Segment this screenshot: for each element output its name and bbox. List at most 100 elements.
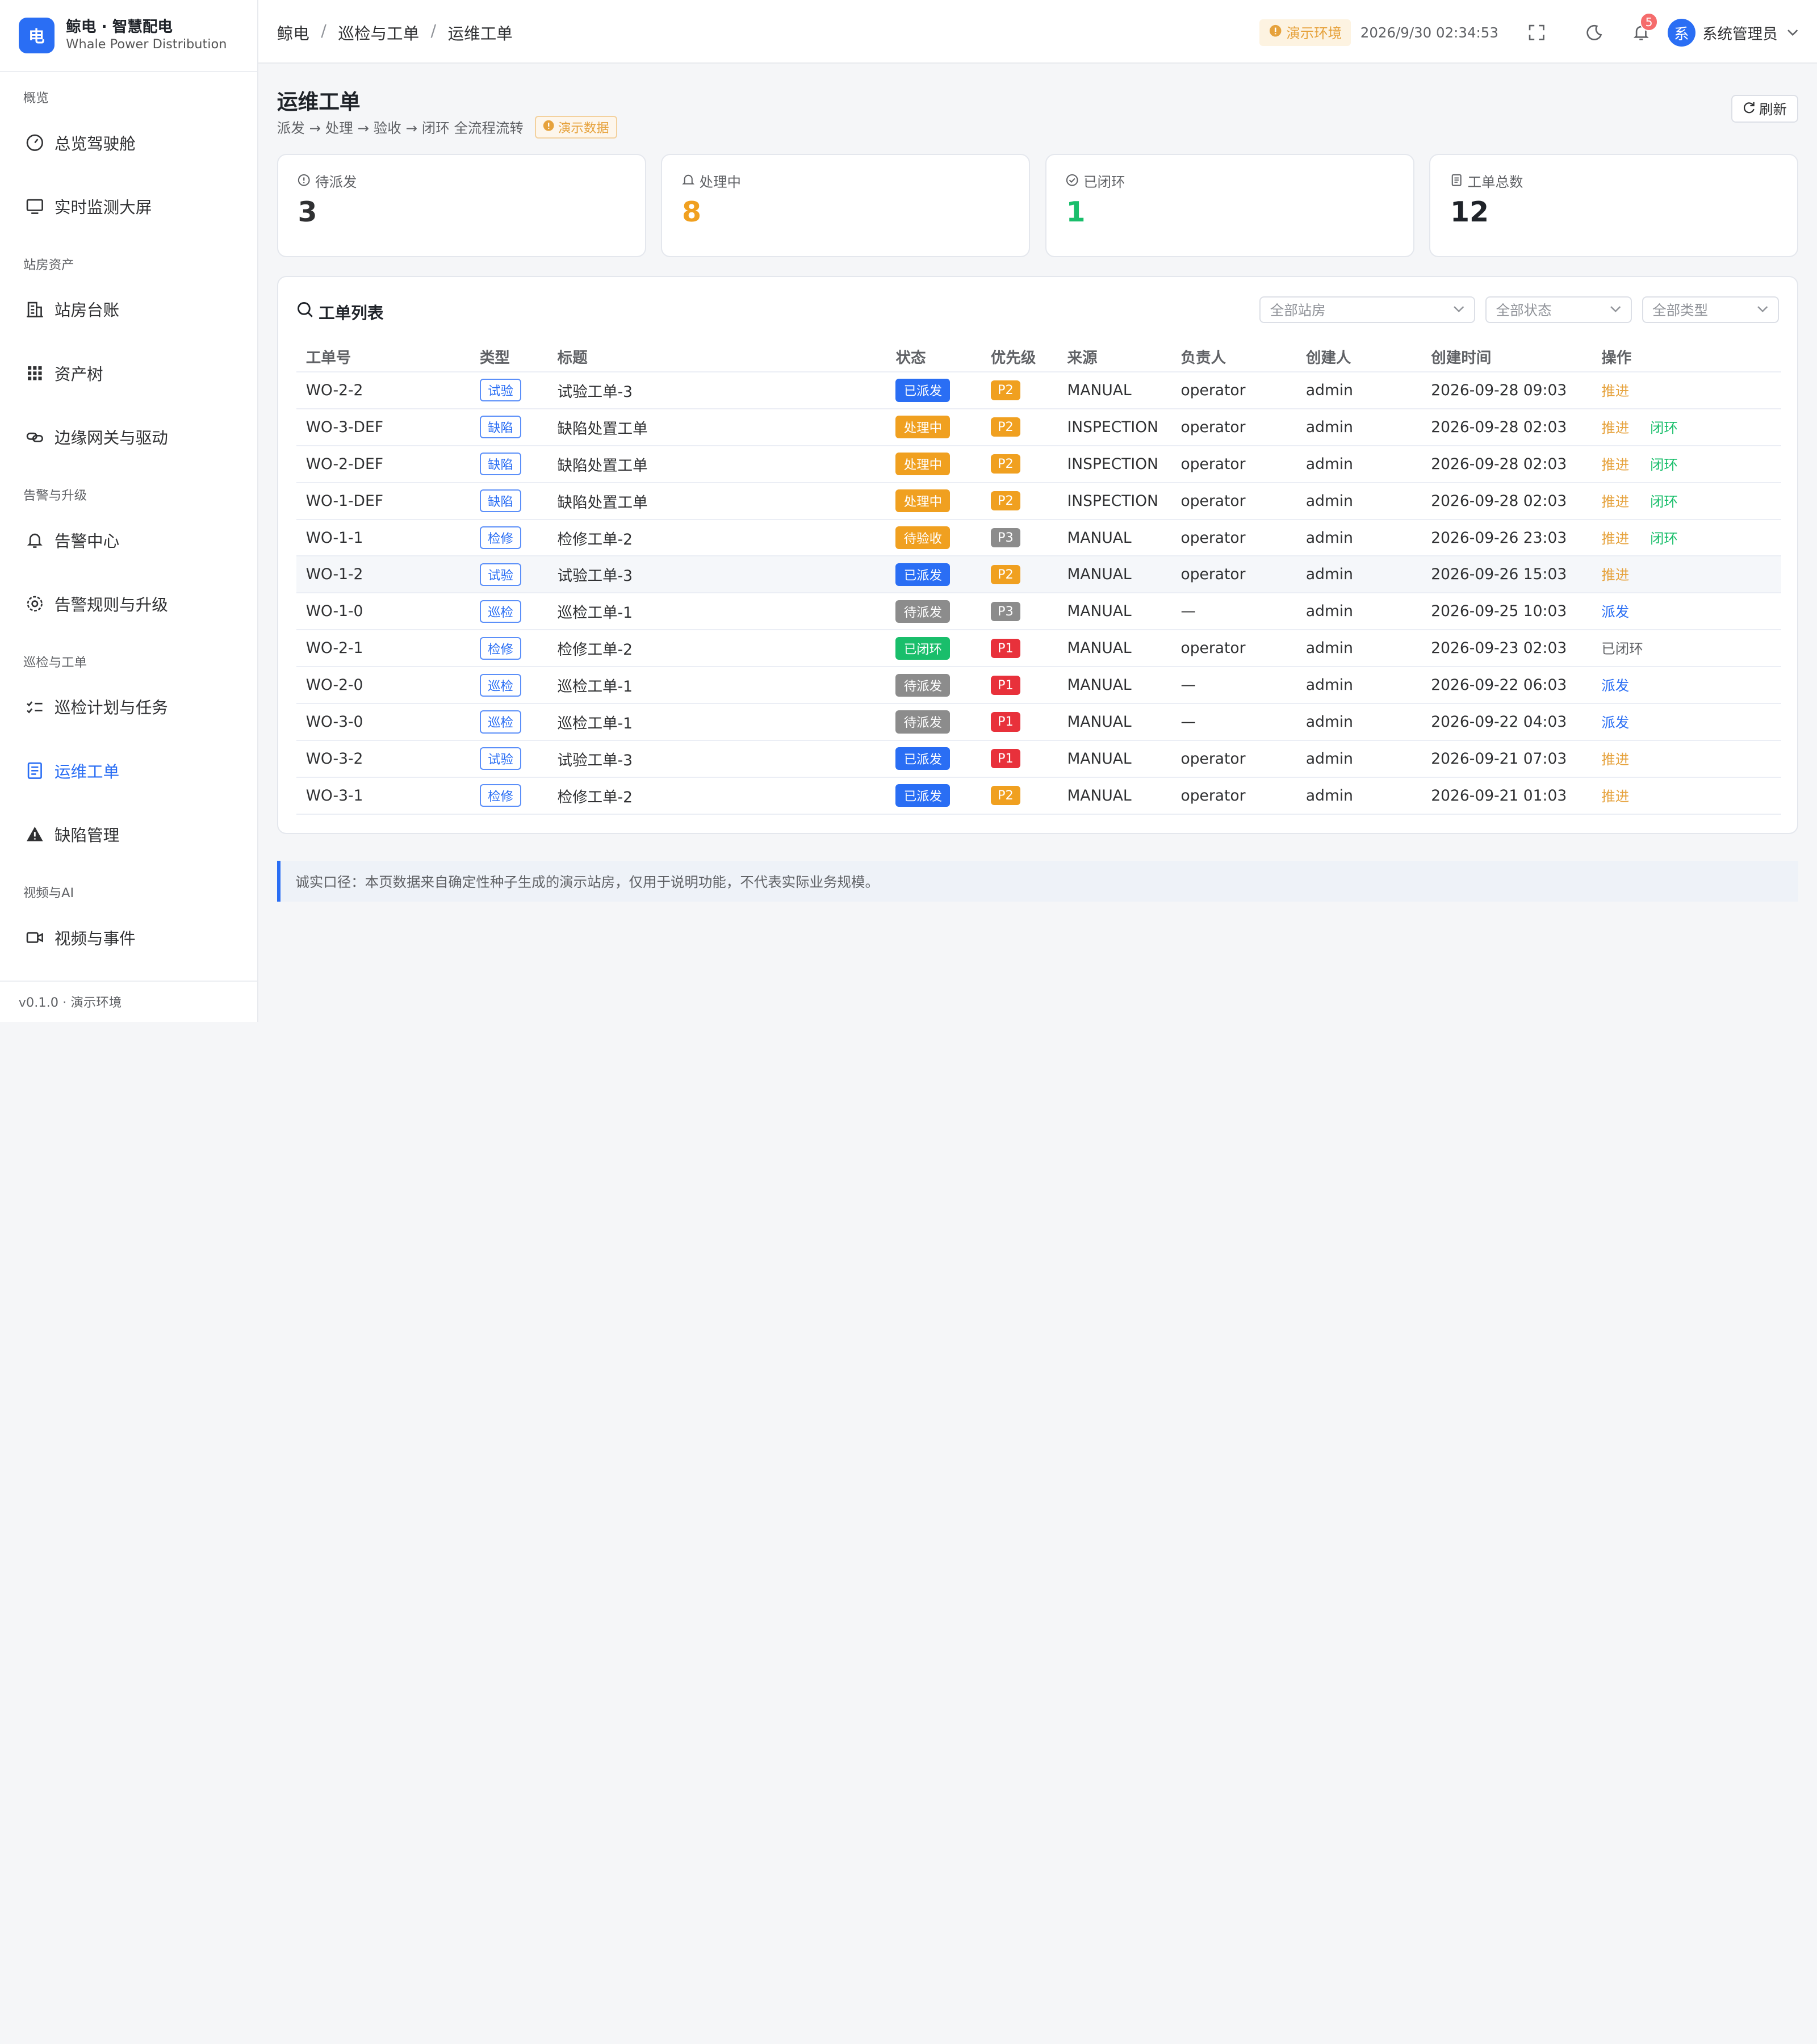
chevron-down-icon	[1453, 301, 1464, 318]
close-order-button[interactable]: 闭环	[1650, 493, 1678, 510]
table-row[interactable]: WO-1-2 试验 试验工单-3 已派发 P2 MANUAL operator admin 20…	[296, 556, 1781, 594]
table-row[interactable]: WO-1-1 检修 检修工单-2 待验收 P3 MANUAL operator admin 20…	[296, 519, 1781, 557]
priority-tag: P2	[990, 454, 1021, 474]
advance-button[interactable]: 推进	[1601, 567, 1629, 583]
nav-group-assets: 站房资产	[23, 257, 74, 273]
sidebar-item-dashboard[interactable]: 总览驾驶舱	[26, 129, 136, 157]
sidebar: 电 鲸电 · 智慧配电 Whale Power Distribution 概览 …	[0, 0, 259, 1022]
column-header[interactable]: 优先级	[990, 341, 1067, 373]
fullscreen-icon[interactable]	[1529, 24, 1545, 41]
status-tag: 处理中	[895, 453, 951, 476]
table-row[interactable]: WO-1-0 巡检 巡检工单-1 待派发 P3 MANUAL — admin 2026-09-2…	[296, 593, 1781, 631]
close-order-button[interactable]: 闭环	[1650, 530, 1678, 547]
table-row[interactable]: WO-3-DEF 缺陷 缺陷处置工单 处理中 P2 INSPECTION operator a…	[296, 408, 1781, 446]
table-row[interactable]: WO-3-0 巡检 巡检工单-1 待派发 P1 MANUAL — admin 2026-09-2…	[296, 703, 1781, 741]
sidebar-item-video[interactable]: 视频与事件	[26, 924, 136, 952]
sidebar-item-label: 站房台账	[54, 300, 120, 320]
column-header[interactable]: 标题	[557, 341, 896, 373]
table-row[interactable]: WO-2-1 检修 检修工单-2 已闭环 P1 MANUAL operator admin 20…	[296, 630, 1781, 668]
cell-source: MANUAL	[1067, 372, 1181, 409]
sidebar-item-label: 运维工单	[54, 761, 120, 781]
column-header[interactable]: 状态	[895, 341, 991, 373]
chevron-down-icon[interactable]	[1787, 27, 1798, 38]
cell-title: 巡检工单-1	[557, 703, 896, 741]
sidebar-item-label: 资产树	[54, 364, 103, 384]
cell-actions: 推进 闭环	[1601, 445, 1781, 483]
advance-button[interactable]: 推进	[1601, 493, 1629, 510]
page-title: 运维工单	[277, 89, 361, 114]
demo-data-label: 演示数据	[558, 121, 609, 136]
sidebar-item-alarm-center[interactable]: 告警中心	[26, 526, 119, 554]
breadcrumb-current: 运维工单	[447, 23, 513, 43]
breadcrumb-item[interactable]: 鲸电	[277, 21, 309, 44]
sidebar-item-inspection[interactable]: 巡检计划与任务	[26, 693, 168, 721]
breadcrumb-item[interactable]: 巡检与工单	[338, 21, 419, 44]
cell-id: WO-3-1	[296, 777, 480, 815]
type-tag: 缺陷	[479, 453, 522, 476]
advance-button[interactable]: 推进	[1601, 420, 1629, 436]
notification-bell-icon[interactable]: 5	[1633, 12, 1659, 41]
dispatch-button[interactable]: 派发	[1601, 714, 1629, 731]
stat-card-closed: 已闭环 1	[1045, 154, 1414, 258]
status-tag: 待验收	[895, 526, 951, 550]
advance-button[interactable]: 推进	[1601, 456, 1629, 473]
column-header[interactable]: 创建人	[1305, 341, 1431, 373]
avatar[interactable]: 系	[1667, 18, 1695, 47]
dispatch-button[interactable]: 派发	[1601, 677, 1629, 694]
cell-title: 缺陷处置工单	[557, 482, 896, 520]
advance-button[interactable]: 推进	[1601, 530, 1629, 547]
sidebar-item-alarm-rules[interactable]: 告警规则与升级	[26, 590, 168, 618]
table-row[interactable]: WO-2-0 巡检 巡检工单-1 待派发 P1 MANUAL — admin 2026-09-2…	[296, 667, 1781, 705]
user-name[interactable]: 系统管理员	[1702, 22, 1778, 44]
close-order-button[interactable]: 闭环	[1650, 420, 1678, 436]
sidebar-item-gateways[interactable]: 边缘网关与驱动	[26, 423, 168, 451]
table-row[interactable]: WO-2-2 试验 试验工单-3 已派发 P2 MANUAL operator admin 20…	[296, 372, 1781, 409]
stat-label: 处理中	[699, 173, 741, 190]
sidebar-item-monitor[interactable]: 实时监测大屏	[26, 192, 152, 220]
column-header[interactable]: 创建时间	[1431, 341, 1602, 373]
dispatch-button[interactable]: 派发	[1601, 604, 1629, 620]
cell-source: INSPECTION	[1067, 408, 1181, 446]
column-header[interactable]: 工单号	[296, 341, 480, 373]
table-row[interactable]: WO-3-1 检修 检修工单-2 已派发 P2 MANUAL operator admin 20…	[296, 777, 1781, 815]
filter-bar: 全部站房 全部状态 全部类型	[1259, 296, 1779, 324]
refresh-button[interactable]: 刷新	[1731, 95, 1799, 123]
cell-id: WO-3-0	[296, 703, 480, 741]
table-header-row: 工单号 类型 标题 状态 优先级 来源 负责人 创建人 创建时间 操作	[296, 341, 1781, 373]
type-filter-select[interactable]: 全部类型	[1642, 296, 1779, 324]
sidebar-item-defects[interactable]: 缺陷管理	[26, 820, 119, 848]
type-tag: 检修	[479, 636, 522, 660]
table-row[interactable]: WO-3-2 试验 试验工单-3 已派发 P1 MANUAL operator admin 20…	[296, 740, 1781, 778]
cell-id: WO-3-DEF	[296, 408, 480, 446]
cell-created-time: 2026-09-23 02:03	[1431, 630, 1602, 668]
dark-mode-icon[interactable]	[1586, 24, 1603, 41]
cell-id: WO-1-1	[296, 519, 480, 557]
sidebar-item-label: 边缘网关与驱动	[54, 428, 168, 447]
station-filter-select[interactable]: 全部站房	[1259, 296, 1475, 324]
cell-actions: 推进 闭环	[1601, 482, 1781, 520]
cell-created-time: 2026-09-28 02:03	[1431, 445, 1602, 483]
table-row[interactable]: WO-1-DEF 缺陷 缺陷处置工单 处理中 P2 INSPECTION operator a…	[296, 482, 1781, 520]
priority-tag: P2	[990, 417, 1021, 437]
column-header[interactable]: 来源	[1067, 341, 1181, 373]
priority-tag: P2	[990, 786, 1021, 806]
column-header[interactable]: 负责人	[1180, 341, 1306, 373]
disclaimer-note: 诚实口径：本页数据来自确定性种子生成的演示站房，仅用于说明功能，不代表实际业务规…	[277, 861, 1799, 902]
advance-button[interactable]: 推进	[1601, 788, 1629, 805]
priority-tag: P2	[990, 564, 1021, 584]
cell-source: MANUAL	[1067, 593, 1181, 631]
advance-button[interactable]: 推进	[1601, 383, 1629, 399]
advance-button[interactable]: 推进	[1601, 751, 1629, 768]
cell-source: MANUAL	[1067, 556, 1181, 594]
column-header[interactable]: 类型	[479, 341, 558, 373]
status-tag: 已闭环	[895, 636, 951, 660]
brand[interactable]: 电 鲸电 · 智慧配电 Whale Power Distribution	[0, 0, 258, 72]
close-order-button[interactable]: 闭环	[1650, 456, 1678, 473]
sidebar-item-workorders[interactable]: 运维工单	[26, 757, 119, 785]
cell-creator: admin	[1305, 372, 1431, 409]
cell-source: INSPECTION	[1067, 445, 1181, 483]
table-row[interactable]: WO-2-DEF 缺陷 缺陷处置工单 处理中 P2 INSPECTION operator a…	[296, 445, 1781, 483]
status-filter-select[interactable]: 全部状态	[1485, 296, 1632, 324]
sidebar-item-asset-tree[interactable]: 资产树	[26, 359, 103, 387]
sidebar-item-stations[interactable]: 站房台账	[26, 295, 119, 323]
